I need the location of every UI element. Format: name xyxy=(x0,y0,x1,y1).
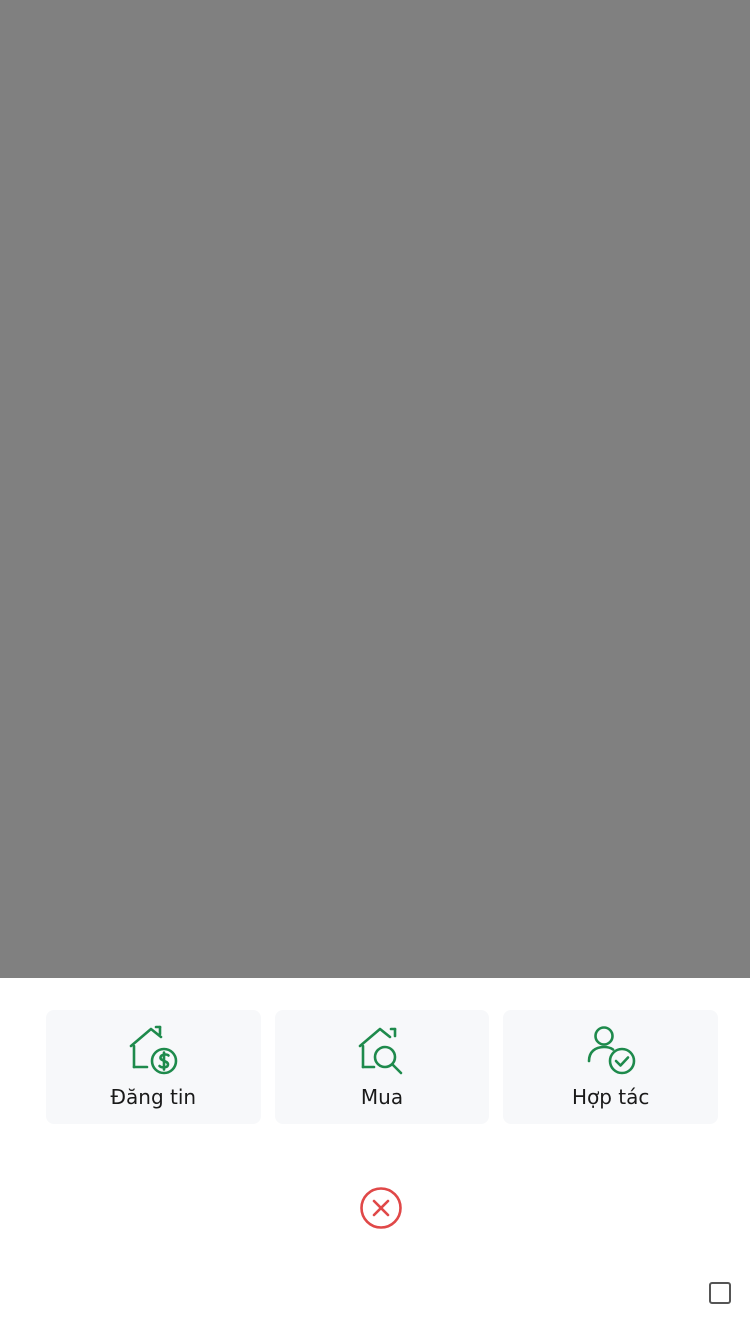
close-button[interactable] xyxy=(359,1186,403,1230)
dim-overlay[interactable] xyxy=(0,0,750,978)
square-checkbox-icon[interactable] xyxy=(709,1282,731,1304)
house-search-icon xyxy=(356,1024,408,1076)
post-listing-button[interactable]: Đăng tin xyxy=(46,1010,261,1124)
post-listing-label: Đăng tin xyxy=(110,1085,197,1109)
action-row: Đăng tin Mua Hợp tác xyxy=(46,1010,719,1124)
buy-button[interactable]: Mua xyxy=(274,1010,490,1124)
bottom-sheet: Đăng tin Mua Hợp tác xyxy=(0,978,750,1334)
cooperate-label: Hợp tác xyxy=(571,1085,650,1109)
screen: Đăng tin Mua Hợp tác xyxy=(0,0,750,1334)
cooperate-button[interactable]: Hợp tác xyxy=(503,1010,719,1124)
buy-label: Mua xyxy=(360,1085,404,1109)
user-check-icon xyxy=(585,1024,637,1076)
close-circle-icon xyxy=(360,1187,402,1229)
house-dollar-icon xyxy=(127,1024,179,1076)
